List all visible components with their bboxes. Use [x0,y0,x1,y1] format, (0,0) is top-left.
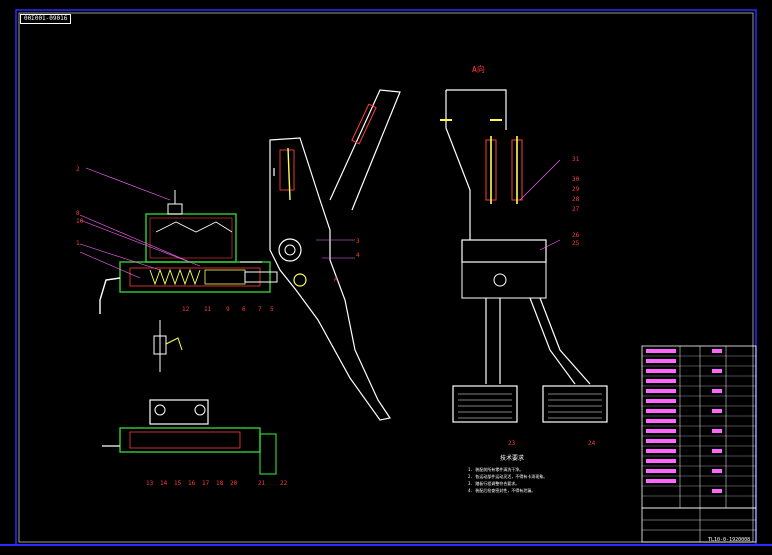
document-code: TL10-0-1920008 [708,537,751,543]
cad-canvas: 2 8 10 1 12 11 9 6 7 5 3 4 A 13 14 15 16… [0,0,772,555]
parts-list-table [641,345,757,543]
